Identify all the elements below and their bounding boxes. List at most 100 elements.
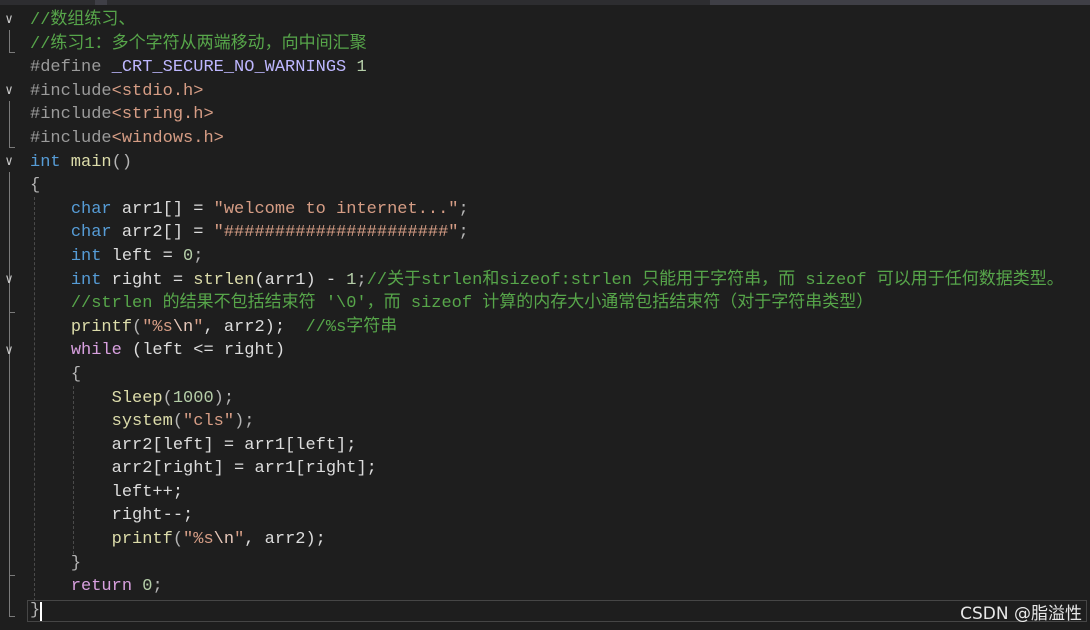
code-line[interactable]: #include<string.h> — [30, 103, 1090, 127]
code-token: 1 — [356, 58, 367, 78]
code-line[interactable]: } — [30, 552, 1090, 576]
fold-guide-line — [9, 30, 10, 52]
code-token: , arr2); — [244, 530, 326, 550]
fold-guide-end — [9, 52, 15, 53]
code-token: int — [70, 246, 102, 266]
code-token: , arr2); — [203, 317, 306, 337]
fold-guide-end — [9, 575, 15, 576]
code-line[interactable]: char arr1[] = "welcome to internet..."; — [30, 198, 1090, 222]
code-line[interactable]: arr2[left] = arr1[left]; — [30, 434, 1090, 458]
fold-guide-end — [9, 616, 15, 617]
code-line[interactable]: char arr2[] = "######################"; — [30, 221, 1090, 245]
code-token: (arr1) - — [254, 270, 347, 290]
code-token: right--; — [111, 506, 194, 526]
fold-gutter: ∨ ∨ ∨ ∨ ∨ — [0, 0, 22, 630]
tab-strip-marker — [95, 0, 107, 5]
code-line[interactable]: int right = strlen(arr1) - 1;//关于strlen和… — [30, 269, 1090, 293]
fold-chevron-icon[interactable]: ∨ — [1, 343, 17, 359]
code-token: ; — [152, 577, 163, 597]
code-line[interactable]: left++; — [30, 481, 1090, 505]
code-token: <windows.h> — [111, 128, 224, 148]
code-token: int — [70, 270, 102, 290]
code-line[interactable]: arr2[right] = arr1[right]; — [30, 457, 1090, 481]
code-token: arr1[] = — [111, 199, 214, 219]
code-line[interactable]: right--; — [30, 504, 1090, 528]
tab-strip — [0, 0, 1090, 5]
code-line[interactable]: #include<stdio.h> — [30, 80, 1090, 104]
code-line[interactable]: //数组练习、 — [30, 9, 1090, 33]
code-line[interactable]: { — [30, 363, 1090, 387]
code-token: //%s字符串 — [305, 317, 398, 337]
code-line[interactable]: //strlen 的结果不包括结束符 '\0'，而 sizeof 计算的内存大小… — [30, 292, 1090, 316]
code-token: 0 — [183, 246, 194, 266]
code-token: arr2[] = — [111, 223, 214, 243]
fold-guide-line — [9, 290, 10, 312]
fold-chevron-icon[interactable]: ∨ — [1, 12, 17, 28]
code-token: while — [70, 341, 122, 361]
code-token: "%s — [183, 530, 214, 550]
code-token: <stdio.h> — [111, 81, 204, 101]
code-line[interactable]: int main() — [30, 151, 1090, 175]
code-line[interactable]: while (left <= right) — [30, 339, 1090, 363]
code-line[interactable]: #define _CRT_SECURE_NO_WARNINGS 1 — [30, 56, 1090, 80]
code-token: #include — [30, 128, 112, 148]
code-line[interactable]: Sleep(1000); — [30, 387, 1090, 411]
code-line[interactable]: int left = 0; — [30, 245, 1090, 269]
code-token: ; — [193, 246, 204, 266]
fold-chevron-icon[interactable]: ∨ — [1, 83, 17, 99]
text-cursor — [40, 602, 42, 621]
code-line[interactable]: system("cls"); — [30, 410, 1090, 434]
code-token: "%s — [142, 317, 173, 337]
code-token: " — [234, 530, 245, 550]
code-editor[interactable]: ∨ ∨ ∨ ∨ ∨ //数组练习、//练习1：多个字符从两端移动，向中间汇聚 #d… — [0, 0, 1090, 630]
fold-guide-line — [9, 101, 10, 147]
code-token: system — [111, 412, 173, 432]
code-token: ); — [213, 388, 235, 408]
code-token: { — [30, 176, 41, 196]
code-token: #include — [30, 105, 112, 125]
code-token: "######################" — [213, 223, 459, 243]
code-token: left++; — [111, 482, 184, 502]
fold-guide-end — [9, 147, 15, 148]
fold-chevron-icon[interactable]: ∨ — [1, 272, 17, 288]
code-line[interactable]: printf("%s\n", arr2); //%s字符串 — [30, 316, 1090, 340]
code-line[interactable]: #include<windows.h> — [30, 127, 1090, 151]
code-token: ); — [234, 412, 255, 432]
code-line[interactable]: printf("%s\n", arr2); — [30, 528, 1090, 552]
current-line-highlight — [27, 600, 1087, 622]
code-token: <string.h> — [111, 105, 214, 125]
code-token: " — [193, 317, 204, 337]
code-token: Sleep — [111, 388, 163, 408]
code-line[interactable]: return 0; — [30, 575, 1090, 599]
code-token: ; — [458, 199, 469, 219]
fold-guide-end — [9, 312, 15, 313]
code-token: arr2[left] = arr1[left]; — [111, 435, 357, 455]
code-token: ( — [162, 388, 173, 408]
code-token: return — [70, 577, 133, 597]
code-token: #define — [30, 58, 112, 78]
code-token: _CRT_SECURE_NO_WARNINGS — [111, 58, 347, 78]
code-token: ( — [132, 317, 143, 337]
code-token: strlen — [193, 270, 255, 290]
code-token: { — [70, 364, 82, 384]
code-area[interactable]: //数组练习、//练习1：多个字符从两端移动，向中间汇聚 #define _CRT… — [30, 9, 1090, 622]
code-token: //strlen 的结果不包括结束符 '\0'，而 sizeof 计算的内存大小… — [70, 294, 874, 314]
code-token: left = — [101, 246, 184, 266]
fold-chevron-icon[interactable]: ∨ — [1, 154, 17, 170]
code-line[interactable]: //练习1：多个字符从两端移动，向中间汇聚 — [30, 33, 1090, 57]
code-token: printf — [70, 317, 133, 337]
code-line[interactable]: { — [30, 174, 1090, 198]
code-token: \n — [172, 317, 194, 337]
